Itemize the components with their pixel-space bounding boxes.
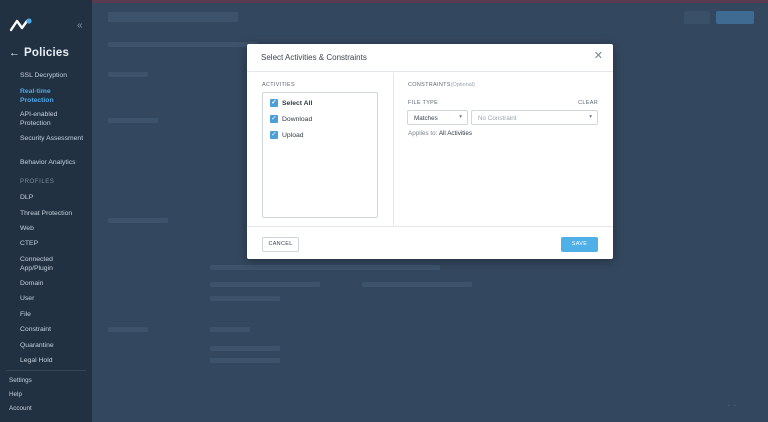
- page-placeholder-line: [108, 327, 148, 332]
- dialog-footer: CANCEL SAVE: [247, 226, 613, 259]
- page-placeholder-line: [210, 358, 280, 363]
- applies-to-prefix: Applies to:: [408, 130, 438, 137]
- cancel-button[interactable]: CANCEL: [262, 237, 299, 252]
- match-operator-select[interactable]: Matches ▾: [407, 110, 468, 125]
- activity-label: Download: [282, 115, 313, 123]
- back-to-policies[interactable]: ← Policies: [9, 47, 69, 59]
- sidebar-item-threat-protection[interactable]: Threat Protection: [20, 210, 86, 219]
- page-placeholder-line: [108, 72, 148, 77]
- save-button[interactable]: SAVE: [561, 237, 598, 252]
- sidebar-item-behavior-analytics[interactable]: Behavior Analytics: [20, 159, 86, 168]
- sidebar-item-api-enabled-protection[interactable]: API-enabled Protection: [20, 111, 86, 128]
- sidebar-item-settings[interactable]: Settings: [9, 377, 32, 384]
- sidebar-item-user[interactable]: User: [20, 295, 86, 304]
- dropdown-caret-icon: ▾: [459, 114, 462, 120]
- page-primary-button: [716, 11, 754, 24]
- dialog-title: Select Activities & Constraints: [261, 53, 367, 62]
- page-placeholder-line: [108, 118, 158, 123]
- sidebar-item-connected-app-plugin[interactable]: Connected App/Plugin: [20, 256, 86, 273]
- sidebar-item-ssl-decryption[interactable]: SSL Decryption: [20, 72, 86, 81]
- sidebar-item-real-time-protection[interactable]: Real-time Protection: [20, 88, 86, 105]
- column-divider: [393, 73, 394, 226]
- section-title: Policies: [24, 47, 70, 59]
- help-icon[interactable]: ◔ ◔: [726, 403, 736, 410]
- sidebar-item-ctep[interactable]: CTEP: [20, 240, 86, 249]
- page-placeholder-line: [210, 296, 280, 301]
- activity-label: Select All: [282, 99, 313, 107]
- activity-upload[interactable]: ✓ Upload: [270, 131, 304, 139]
- activity-select-all[interactable]: ✓ Select All: [270, 99, 312, 107]
- netskope-logo-icon[interactable]: [9, 17, 33, 33]
- activity-download[interactable]: ✓ Download: [270, 115, 312, 123]
- page-placeholder-line: [210, 265, 440, 270]
- page-top-accent: [92, 0, 768, 3]
- activity-label: Upload: [282, 131, 304, 139]
- sidebar-item-domain[interactable]: Domain: [20, 280, 86, 289]
- select-activities-dialog: Select Activities & Constraints ✕ ACTIVI…: [247, 44, 613, 259]
- sidebar-item-constraint[interactable]: Constraint: [20, 326, 86, 335]
- constraint-placeholder: No Constraint: [478, 115, 517, 122]
- collapse-sidebar-icon[interactable]: «: [77, 20, 83, 31]
- page-placeholder-line: [210, 346, 280, 351]
- activities-heading: ACTIVITIES: [262, 82, 295, 88]
- page-title-placeholder: [108, 12, 238, 22]
- page-placeholder-line: [108, 218, 168, 223]
- sidebar-item-legal-hold[interactable]: Legal Hold: [20, 357, 86, 366]
- constraint-select[interactable]: No Constraint ▾: [471, 110, 598, 125]
- constraints-label: CONSTRAINTS: [408, 82, 451, 88]
- sidebar-item-security-assessment[interactable]: Security Assessment: [20, 135, 86, 144]
- sidebar-item-file[interactable]: File: [20, 311, 86, 320]
- constraints-heading: CONSTRAINTS(Optional): [408, 82, 475, 88]
- page-placeholder-line: [210, 282, 320, 287]
- page-placeholder-line: [362, 282, 472, 287]
- sidebar-item-web[interactable]: Web: [20, 225, 86, 234]
- constraints-optional-label: (Optional): [450, 82, 475, 88]
- sidebar-item-quarantine[interactable]: Quarantine: [20, 342, 86, 351]
- page-placeholder-line: [210, 327, 250, 332]
- match-operator-value: Matches: [414, 115, 438, 122]
- sidebar-item-help[interactable]: Help: [9, 391, 22, 398]
- sidebar: « ← Policies SSL Decryption Real-time Pr…: [0, 0, 92, 422]
- checkbox-checked-icon[interactable]: ✓: [270, 115, 278, 123]
- sidebar-divider: [6, 370, 86, 371]
- close-icon[interactable]: ✕: [594, 51, 603, 62]
- dropdown-caret-icon: ▾: [589, 114, 592, 120]
- back-arrow-icon: ←: [9, 47, 20, 59]
- dialog-header: Select Activities & Constraints ✕: [247, 44, 613, 72]
- checkbox-checked-icon[interactable]: ✓: [270, 99, 278, 107]
- checkbox-checked-icon[interactable]: ✓: [270, 131, 278, 139]
- applies-to-value: All Activities: [438, 130, 473, 137]
- sidebar-item-account[interactable]: Account: [9, 405, 32, 412]
- profiles-heading: PROFILES: [20, 179, 55, 185]
- applies-to-text: Applies to: All Activities: [408, 130, 472, 137]
- page-secondary-button: [684, 11, 710, 24]
- activities-list: ✓ Select All ✓ Download ✓ Upload: [262, 92, 378, 218]
- file-type-label: FILE TYPE: [408, 100, 439, 106]
- dialog-body: ACTIVITIES ✓ Select All ✓ Download ✓ Upl…: [247, 73, 613, 226]
- clear-link[interactable]: CLEAR: [578, 100, 598, 106]
- page-placeholder-line: [108, 42, 258, 47]
- sidebar-item-dlp[interactable]: DLP: [20, 194, 86, 203]
